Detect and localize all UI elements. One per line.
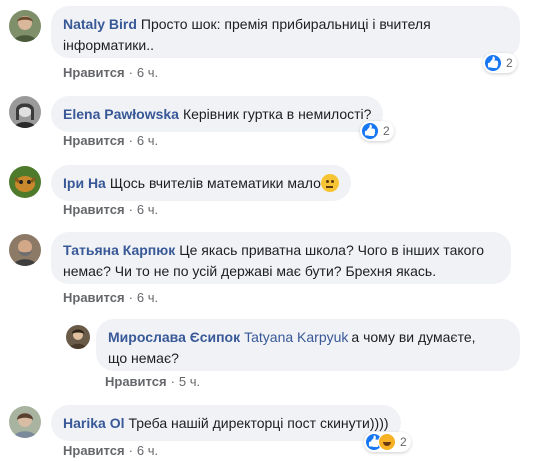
reaction-summary[interactable]: 2 <box>364 432 411 452</box>
comment-meta: Нравится · 6 ч. <box>63 65 158 80</box>
comment-bubble: Harika Ol Треба нашій директорці пост ски… <box>51 405 401 441</box>
comment-time[interactable]: 6 ч. <box>137 65 158 80</box>
comment-author[interactable]: Harika Ol <box>63 415 124 431</box>
reply-author[interactable]: Мирослава Єсипок <box>108 329 240 345</box>
comment-time[interactable]: 6 ч. <box>137 290 158 305</box>
mention-link[interactable]: Tatyana Karpyuk <box>244 329 348 345</box>
comment-meta: Нравится · 6 ч. <box>63 202 158 217</box>
comment-author[interactable]: Іри На <box>63 175 106 191</box>
reply-bubble: Мирослава Єсипок Tatyana Karpyuk а чому ви… <box>96 319 520 371</box>
meta-separator: · <box>128 202 133 217</box>
like-link[interactable]: Нравится <box>63 443 125 458</box>
avatar[interactable] <box>9 96 41 128</box>
thinking-face-icon <box>320 174 339 192</box>
avatar[interactable] <box>9 10 41 42</box>
meta-separator: · <box>128 443 133 458</box>
avatar[interactable] <box>9 234 41 266</box>
reaction-count: 2 <box>506 56 513 70</box>
like-reaction-icon <box>361 122 379 140</box>
comment-meta: Нравится · 6 ч. <box>63 443 158 458</box>
comment-time[interactable]: 6 ч. <box>137 133 158 148</box>
comment-time[interactable]: 6 ч. <box>137 202 158 217</box>
comment-bubble: Nataly Bird Просто шок: премія прибиральн… <box>51 6 520 58</box>
meta-separator: · <box>170 374 175 389</box>
reply-text-cont: що немає? <box>108 350 179 366</box>
meta-separator: · <box>128 290 133 305</box>
comment-meta: Нравится · 6 ч. <box>63 133 158 148</box>
like-reaction-icon <box>484 54 502 72</box>
reply-meta: Нравится · 5 ч. <box>105 374 200 389</box>
comment-bubble: Elena Pawłowska Керівник гуртка в немилос… <box>51 96 384 132</box>
comment-bubble: Іри На Щось вчителів математики мало <box>51 165 351 201</box>
like-link[interactable]: Нравится <box>63 202 125 217</box>
haha-reaction-icon <box>378 433 396 451</box>
like-link[interactable]: Нравится <box>63 133 125 148</box>
reaction-count: 2 <box>400 435 407 449</box>
meta-separator: · <box>128 133 133 148</box>
comment-author[interactable]: Nataly Bird <box>63 16 137 32</box>
comment-author[interactable]: Elena Pawłowska <box>63 106 179 122</box>
comment-time[interactable]: 6 ч. <box>137 443 158 458</box>
like-link[interactable]: Нравится <box>105 374 167 389</box>
comment-text-cont: інформатики.. <box>63 37 154 53</box>
comment-text: Це якась приватна школа? Чого в інших та… <box>179 242 485 258</box>
comment-text: Просто шок: премія прибиральниці і вчите… <box>140 16 431 32</box>
like-link[interactable]: Нравится <box>63 290 125 305</box>
comment-author[interactable]: Татьяна Карпюк <box>63 242 175 258</box>
comment-meta: Нравится · 6 ч. <box>63 290 158 305</box>
avatar[interactable] <box>9 166 41 198</box>
avatar[interactable] <box>9 406 41 438</box>
meta-separator: · <box>128 65 133 80</box>
comment-text: Щось вчителів математики мало <box>109 175 321 191</box>
reaction-summary[interactable]: 2 <box>360 121 394 141</box>
comment-text: Керівник гуртка в немилості? <box>182 106 372 122</box>
comment-bubble: Татьяна Карпюк Це якась приватна школа? Ч… <box>51 232 511 284</box>
reaction-summary[interactable]: 2 <box>483 53 517 73</box>
comment-text-cont: немає? Чи то не по усій державі має бути… <box>63 263 437 279</box>
reply-time[interactable]: 5 ч. <box>179 374 200 389</box>
reply-text: а чому ви думаєте, <box>351 329 476 345</box>
like-link[interactable]: Нравится <box>63 65 125 80</box>
avatar[interactable] <box>66 325 90 349</box>
reaction-count: 2 <box>383 124 390 138</box>
comment-text: Треба нашій директорці пост скинути)))) <box>128 415 389 431</box>
